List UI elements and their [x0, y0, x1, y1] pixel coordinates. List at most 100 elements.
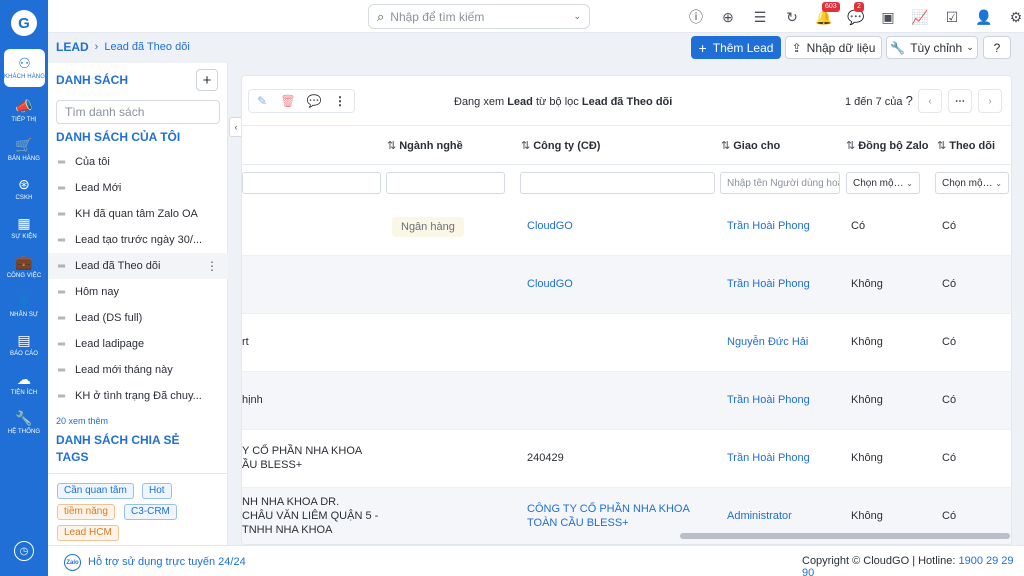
tag-chip[interactable]: C3-CRM — [124, 504, 177, 520]
list-item[interactable]: ═ Lead (DS full) — [48, 305, 228, 331]
rail-item-0[interactable]: ⚇ KHÁCH HÀNG — [4, 49, 45, 87]
tags-area: Cần quan tâm Hot tiềm năng C3-CRM Lead HCM — [48, 473, 228, 545]
online-support-link[interactable]: Hỗ trợ sử dụng trực tuyến 24/24 — [88, 556, 246, 568]
settings-icon[interactable]: ⚙ — [1000, 6, 1024, 28]
rail-item-4[interactable]: ▦ SỰ KIỆN — [0, 209, 48, 247]
list-search-placeholder: Tìm danh sách — [65, 105, 145, 119]
lead-name-text[interactable]: NH NHA KHOA DR. — [242, 496, 339, 508]
bell-icon[interactable]: 🔔 603 — [808, 2, 840, 28]
chevron-down-icon: ⌄ — [995, 178, 1002, 188]
add-circle-icon[interactable]: ⊕ — [712, 6, 744, 28]
tag-chip[interactable]: tiềm năng — [57, 504, 115, 520]
plus-icon: + — [698, 39, 707, 56]
follow-filter-select[interactable]: Chọn một giá trị⌄ — [935, 172, 1009, 194]
tag-chip[interactable]: Lead HCM — [57, 525, 119, 541]
assigned-user-link[interactable]: Trần Hoài Phong — [727, 452, 810, 464]
list-panel: DANH SÁCH + Tìm danh sách DANH SÁCH CỦA … — [48, 63, 228, 545]
list-item[interactable]: ═ Hôm nay — [48, 279, 228, 305]
list-item[interactable]: ═ Lead tạo trước ngày 30/... — [48, 227, 228, 253]
add-lead-button[interactable]: + Thêm Lead — [691, 36, 781, 59]
company-link[interactable]: CloudGO — [527, 278, 573, 290]
list-search-input[interactable]: Tìm danh sách — [56, 100, 220, 124]
tag-chip[interactable]: Hot — [142, 483, 172, 499]
more-lists-link[interactable]: 20 xem thêm — [56, 416, 108, 426]
table-row[interactable]: CloudGO Trần Hoài Phong Không Có — [242, 256, 1011, 314]
customize-button[interactable]: 🔧 Tùy chỉnh ⌄ — [886, 36, 978, 59]
page-options-button[interactable]: ⋯ — [948, 89, 972, 113]
rail-item-5[interactable]: 💼 CÔNG VIỆC — [0, 248, 48, 286]
assigned-user-link[interactable]: Trần Hoài Phong — [727, 278, 810, 290]
list-item[interactable]: ═ Lead mới tháng này — [48, 357, 228, 383]
rail-item-3[interactable]: ⊛ CSKH — [0, 170, 48, 208]
lead-name-text[interactable]: ẦU BLESS+ — [242, 459, 302, 471]
user-icon[interactable]: 👤 — [968, 6, 1000, 28]
zalo-sync-filter-select[interactable]: Chọn một giá trị⌄ — [846, 172, 920, 194]
industry-filter-input[interactable] — [386, 172, 505, 194]
horizontal-scrollbar[interactable] — [680, 533, 1010, 539]
list-item[interactable]: ═ KH ở tình trạng Đã chuy... — [48, 383, 228, 409]
checkbox-icon[interactable]: ☑ — [936, 6, 968, 28]
assigned-user-link[interactable]: Nguyễn Đức Hải — [727, 336, 808, 348]
table-row[interactable]: hịnh Trần Hoài Phong Không Có — [242, 372, 1011, 430]
prev-page-button[interactable]: ‹ — [918, 89, 942, 113]
add-list-button[interactable]: + — [196, 69, 218, 91]
table-row[interactable]: Y CỔ PHẦN NHA KHOA ẦU BLESS+ 240429 Trần Ho… — [242, 430, 1011, 488]
company-link[interactable]: TOÀN CẦU BLESS+ — [527, 517, 629, 529]
name-filter-input[interactable] — [242, 172, 381, 194]
alert-icon[interactable]: ⓘ — [680, 6, 712, 28]
app-logo[interactable]: G — [11, 10, 37, 36]
trash-icon[interactable]: 🗑 — [275, 94, 301, 108]
megaphone-icon: 📣 — [15, 98, 33, 114]
pager-total[interactable]: ? — [906, 93, 913, 108]
company-link[interactable]: CÔNG TY CỔ PHẦN NHA KHOA — [527, 503, 690, 515]
rail-item-1[interactable]: 📣 TIẾP THỊ — [0, 92, 48, 130]
lead-name-text[interactable]: TNHH NHA KHOA — [242, 524, 332, 536]
company-filter-input[interactable] — [520, 172, 715, 194]
breadcrumb-root[interactable]: LEAD — [56, 40, 89, 54]
rail-item-6[interactable]: 👤 NHÂN SỰ — [0, 287, 48, 325]
comment-icon[interactable]: 💬 — [301, 94, 327, 108]
column-header-zalo-sync[interactable]: ⇅ Đồng bộ Zalo — [846, 139, 928, 152]
zalo-icon[interactable]: Zalo — [64, 554, 81, 571]
next-page-button[interactable]: › — [978, 89, 1002, 113]
tag-chip[interactable]: Cần quan tâm — [57, 483, 134, 499]
company-link[interactable]: 240429 — [527, 452, 564, 464]
company-link[interactable]: CloudGO — [527, 220, 573, 232]
more-vertical-icon[interactable]: ⋮ — [206, 259, 218, 273]
global-search[interactable]: ⌕ Nhập để tìm kiếm ⌄ — [368, 4, 590, 29]
rail-item-8[interactable]: ☁ TIỆN ÍCH — [0, 365, 48, 403]
edit-icon[interactable]: ✎ — [249, 94, 275, 108]
list-item[interactable]: ═ Lead đã Theo dõi ⋮ — [48, 253, 228, 279]
assigned-user-link[interactable]: Trần Hoài Phong — [727, 220, 810, 232]
shared-lists-title[interactable]: DANH SÁCH CHIA SẺ — [56, 433, 180, 447]
chat-icon[interactable]: 💬 2 — [840, 2, 872, 28]
chart-icon[interactable]: 📈 — [904, 6, 936, 28]
refresh-icon[interactable]: ↻ — [776, 6, 808, 28]
list-item[interactable]: ═ Của tôi — [48, 149, 228, 175]
column-header-follow[interactable]: ⇅ Theo dõi — [937, 139, 995, 152]
assigned-filter-input[interactable]: Nhập tên Người dùng hoặc Nhóm — [720, 172, 840, 194]
rail-item-7[interactable]: ▤ BÁO CÁO — [0, 326, 48, 364]
table-row[interactable]: rt Nguyễn Đức Hải Không Có — [242, 314, 1011, 372]
help-button[interactable]: ? — [983, 36, 1011, 59]
list-item[interactable]: ═ KH đã quan tâm Zalo OA — [48, 201, 228, 227]
list-item[interactable]: ═ Lead ladipage — [48, 331, 228, 357]
import-button[interactable]: ⇪ Nhập dữ liệu — [785, 36, 882, 59]
list-item[interactable]: ═ Lead Mới — [48, 175, 228, 201]
calendar-icon[interactable]: ▣ — [872, 6, 904, 28]
clock-icon[interactable]: ◷ — [14, 541, 34, 561]
lead-name-text[interactable]: hịnh — [242, 394, 263, 406]
rail-item-2[interactable]: 🛒 BÁN HÀNG — [0, 131, 48, 169]
column-header-industry[interactable]: ⇅ Ngành nghề — [387, 139, 463, 152]
assigned-user-link[interactable]: Trần Hoài Phong — [727, 394, 810, 406]
column-header-assigned[interactable]: ⇅ Giao cho — [721, 139, 780, 152]
table-row[interactable]: Ngân hàng CloudGO Trần Hoài Phong Có Có — [242, 198, 1011, 256]
more-vertical-icon[interactable]: ⋮ — [327, 94, 353, 108]
lead-name-text[interactable]: rt — [242, 336, 249, 348]
rail-item-9[interactable]: 🔧 HỆ THỐNG — [0, 404, 48, 442]
lead-name-text[interactable]: CHÂU VĂN LIÊM QUẬN 5 - — [242, 510, 378, 522]
list-icon[interactable]: ☰ — [744, 6, 776, 28]
lead-name-text[interactable]: Y CỔ PHẦN NHA KHOA — [242, 445, 362, 457]
assigned-user-link[interactable]: Administrator — [727, 510, 792, 522]
column-header-company[interactable]: ⇅ Công ty (CĐ) — [521, 139, 600, 152]
